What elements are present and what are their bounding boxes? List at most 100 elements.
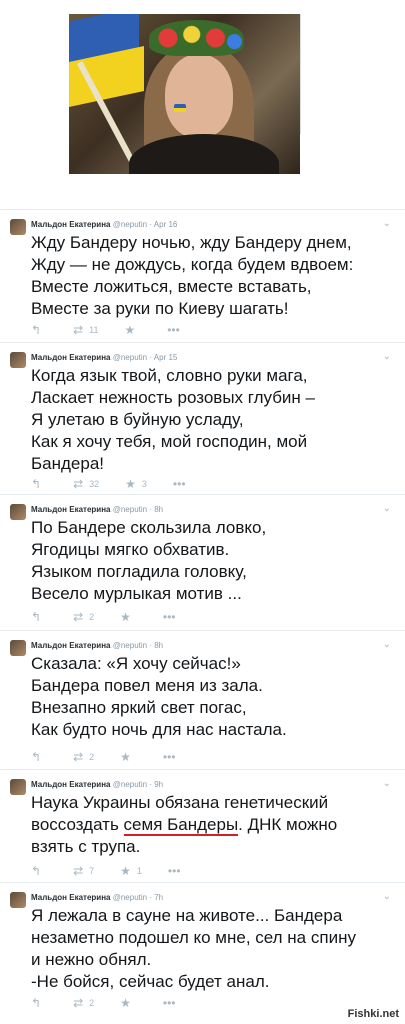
tweet-text: Сказала: «Я хочу сейчас!» Бандера повел …: [31, 654, 287, 739]
underlined-phrase: семя Бандеры: [123, 815, 239, 836]
author-handle[interactable]: @neputin: [113, 505, 147, 514]
star-icon: ★: [120, 864, 131, 878]
tweet-time[interactable]: Apr 16: [154, 220, 178, 229]
avatar[interactable]: [10, 504, 26, 520]
retweet-icon: ⇄: [73, 477, 84, 491]
favorite-button[interactable]: ★: [120, 750, 137, 764]
reply-button[interactable]: ↰: [31, 323, 47, 337]
tweet-text: Жду Бандеру ночью, жду Бандеру днем, Жду…: [31, 233, 354, 318]
retweet-count: 2: [89, 998, 95, 1008]
retweet-icon: ⇄: [73, 323, 84, 337]
retweet-button[interactable]: ⇄ 2: [73, 750, 94, 764]
more-icon: •••: [172, 477, 186, 491]
tweet-time[interactable]: 8h: [154, 505, 163, 514]
favorite-button[interactable]: ★: [120, 996, 137, 1010]
avatar[interactable]: [10, 352, 26, 368]
author-name[interactable]: Мальдон Екатерина: [31, 893, 110, 902]
author-handle[interactable]: @neputin: [113, 893, 147, 902]
more-icon: •••: [162, 750, 176, 764]
retweet-icon: ⇄: [73, 610, 84, 624]
retweet-icon: ⇄: [73, 750, 84, 764]
author-name[interactable]: Мальдон Екатерина: [31, 220, 110, 229]
retweet-count: 7: [89, 866, 95, 876]
chevron-down-icon[interactable]: ⌄: [383, 639, 391, 650]
more-button[interactable]: •••: [173, 477, 192, 491]
tweet-time[interactable]: 8h: [154, 641, 163, 650]
favorite-count: 3: [141, 479, 147, 489]
reply-button[interactable]: ↰: [31, 864, 47, 878]
retweet-count: 32: [89, 479, 100, 489]
author-handle[interactable]: @neputin: [113, 641, 147, 650]
tweet[interactable]: Мальдон Екатерина @neputin · 8h ⌄ Сказал…: [0, 630, 405, 769]
author-handle[interactable]: @neputin: [113, 780, 147, 789]
reply-icon: ↰: [31, 750, 42, 764]
more-button[interactable]: •••: [168, 864, 187, 878]
favorite-count: 1: [136, 866, 142, 876]
more-button[interactable]: •••: [163, 996, 182, 1010]
chevron-down-icon[interactable]: ⌄: [383, 503, 391, 514]
star-icon: ★: [124, 323, 136, 337]
more-icon: •••: [162, 610, 176, 624]
star-icon: ★: [120, 610, 131, 624]
retweet-button[interactable]: ⇄ 11: [73, 323, 98, 337]
reply-button[interactable]: ↰: [31, 477, 47, 491]
reply-icon: ↰: [31, 996, 42, 1010]
avatar[interactable]: [10, 779, 26, 795]
reply-button[interactable]: ↰: [31, 610, 47, 624]
retweet-button[interactable]: ⇄ 32: [73, 477, 99, 491]
watermark: Fishki.net: [347, 1008, 399, 1020]
more-icon: •••: [167, 323, 180, 337]
retweet-button[interactable]: ⇄ 2: [73, 610, 94, 624]
reply-button[interactable]: ↰: [31, 996, 47, 1010]
author-name[interactable]: Мальдон Екатерина: [31, 353, 110, 362]
author-name[interactable]: Мальдон Екатерина: [31, 641, 110, 650]
favorite-button[interactable]: ★ 1: [120, 864, 142, 878]
favorite-button[interactable]: ★: [124, 323, 141, 337]
tweet-time[interactable]: 9h: [154, 780, 163, 789]
flower-wreath: [149, 20, 244, 56]
tweet[interactable]: Мальдон Екатерина @neputin · 9h ⌄ Наука …: [0, 769, 405, 882]
reply-icon: ↰: [31, 864, 42, 878]
author-name[interactable]: Мальдон Екатерина: [31, 505, 110, 514]
more-button[interactable]: •••: [163, 610, 182, 624]
tweet[interactable]: Мальдон Екатерина @neputin · 8h ⌄ По Бан…: [0, 494, 405, 630]
favorite-button[interactable]: ★: [120, 610, 137, 624]
more-button[interactable]: •••: [163, 750, 182, 764]
tweet[interactable]: Мальдон Екатерина @neputin · Apr 16 ⌄ Жд…: [0, 209, 405, 342]
retweet-button[interactable]: ⇄ 2: [73, 996, 94, 1010]
retweet-icon: ⇄: [73, 864, 84, 878]
chevron-down-icon[interactable]: ⌄: [383, 778, 391, 789]
author-name[interactable]: Мальдон Екатерина: [31, 780, 110, 789]
tweet-text: Я лежала в сауне на животе... Бандера не…: [31, 906, 356, 991]
favorite-button[interactable]: ★ 3: [125, 477, 147, 491]
tweet-time[interactable]: Apr 15: [154, 353, 178, 362]
author-handle[interactable]: @neputin: [113, 353, 147, 362]
reply-button[interactable]: ↰: [31, 750, 47, 764]
more-icon: •••: [162, 996, 176, 1010]
face: [165, 54, 233, 138]
retweet-button[interactable]: ⇄ 7: [73, 864, 94, 878]
tweet[interactable]: Мальдон Екатерина @neputin · 7h ⌄ Я лежа…: [0, 882, 405, 1024]
tweet-time[interactable]: 7h: [154, 893, 163, 902]
tweet-text: По Бандере скользила ловко, Ягодицы мягк…: [31, 518, 267, 603]
avatar[interactable]: [10, 892, 26, 908]
reply-icon: ↰: [31, 477, 42, 491]
star-icon: ★: [120, 996, 131, 1010]
retweet-count: 11: [89, 325, 99, 335]
reply-icon: ↰: [31, 610, 42, 624]
more-icon: •••: [167, 864, 181, 878]
star-icon: ★: [125, 477, 136, 491]
face-flag-paint: [174, 104, 186, 112]
tweet-text: Наука Украины обязана генетический воссо…: [31, 793, 338, 856]
profile-photo: [69, 14, 300, 174]
tweet[interactable]: Мальдон Екатерина @neputin · Apr 15 ⌄ Ко…: [0, 342, 405, 494]
reply-icon: ↰: [31, 323, 42, 337]
author-handle[interactable]: @neputin: [113, 220, 147, 229]
avatar[interactable]: [10, 640, 26, 656]
retweet-count: 2: [89, 752, 95, 762]
avatar[interactable]: [10, 219, 26, 235]
chevron-down-icon[interactable]: ⌄: [383, 891, 391, 902]
chevron-down-icon[interactable]: ⌄: [383, 351, 391, 362]
more-button[interactable]: •••: [167, 323, 186, 337]
chevron-down-icon[interactable]: ⌄: [383, 218, 391, 229]
